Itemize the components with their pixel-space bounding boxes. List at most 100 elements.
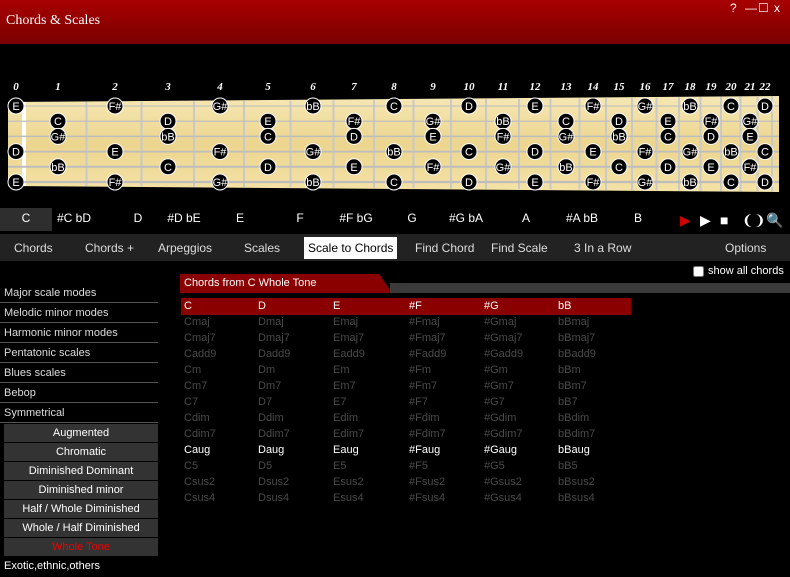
stop-button[interactable]: ■ [720,212,728,228]
fretboard-note-dot[interactable]: G# [494,158,512,176]
fretboard-note-dot[interactable]: bB [304,97,322,115]
scale-item[interactable]: Chromatic [4,443,158,462]
fretboard-note-dot[interactable]: E [106,143,124,161]
show-all-chords-checkbox[interactable] [693,265,704,277]
fretboard-note-dot[interactable]: E [526,97,544,115]
fretboard-note-dot[interactable]: E [259,112,277,130]
minimize-button[interactable]: — [745,1,757,15]
note-button[interactable]: E [214,208,266,231]
chord-cell[interactable]: Dm [258,364,275,376]
chord-column-root[interactable]: bB [558,300,571,312]
chord-cell[interactable]: bBadd9 [558,348,596,360]
fretboard[interactable]: 0 1 2 3 4 5 6 7 8 9 10 11 12 13 14 15 16 17 18 19 20 21 22E F# G… [0,72,790,197]
fretboard-note-dot[interactable]: G# [636,97,654,115]
note-button[interactable]: #D bE [158,208,210,231]
scale-category[interactable]: Symmetrical [0,404,158,423]
chord-cell[interactable]: #Fmaj7 [409,332,446,344]
scale-category[interactable]: Blues scales [0,364,158,383]
fretboard-note-dot[interactable]: G# [681,143,699,161]
tab-find-scale[interactable]: Find Scale [491,237,548,259]
maximize-button[interactable]: ☐ [758,1,769,15]
chord-cell[interactable]: Csus4 [184,492,215,504]
fretboard-note-dot[interactable]: G# [424,112,442,130]
fretboard-note-dot[interactable]: C [557,112,575,130]
fretboard-note-dot[interactable]: G# [211,173,229,191]
fretboard-note-dot[interactable]: bB [681,173,699,191]
fretboard-note-dot[interactable]: C [385,173,403,191]
chord-cell[interactable]: #Gaug [484,444,517,456]
chord-cell[interactable]: bBaug [558,444,590,456]
note-button[interactable]: G [386,208,438,231]
fretboard-note-dot[interactable]: E [659,112,677,130]
note-button[interactable]: #F bG [330,208,382,231]
fretboard-note-dot[interactable]: F# [106,173,124,191]
fretboard-note-dot[interactable]: C [460,143,478,161]
fretboard-note-dot[interactable]: D [756,173,774,191]
chord-cell[interactable]: Caug [184,444,210,456]
tab-arpeggios[interactable]: Arpeggios [158,237,212,259]
chord-cell[interactable]: Esus4 [333,492,364,504]
fretboard-note-dot[interactable]: D [7,143,25,161]
zoom-button[interactable]: 🔍 [766,212,783,229]
scale-item[interactable]: Augmented [4,424,158,443]
chord-cell[interactable]: Emaj [333,316,358,328]
record-button[interactable]: ▶ [680,212,691,229]
chord-cell[interactable]: bBmaj7 [558,332,595,344]
chord-column-root[interactable]: D [258,300,266,312]
chord-cell[interactable]: #Fmaj [409,316,440,328]
note-button[interactable]: #A bB [556,208,608,231]
chord-cell[interactable]: Em7 [333,380,356,392]
chord-cell[interactable]: Cm7 [184,380,207,392]
scale-item[interactable]: Whole / Half Diminished [4,519,158,538]
fretboard-note-dot[interactable]: F# [106,97,124,115]
chord-cell[interactable]: D7 [258,396,272,408]
fretboard-note-dot[interactable]: bB [49,158,67,176]
fretboard-note-dot[interactable]: F# [702,112,720,130]
chord-cell[interactable]: bB5 [558,460,578,472]
chord-cell[interactable]: #Gsus4 [484,492,522,504]
scale-item[interactable]: Diminished Dominant [4,462,158,481]
tab-scale-to-chords[interactable]: Scale to Chords [304,237,398,259]
fretboard-note-dot[interactable]: D [460,173,478,191]
fretboard-note-dot[interactable]: D [460,97,478,115]
chord-cell[interactable]: Cdim7 [184,428,216,440]
fretboard-note-dot[interactable]: D [159,112,177,130]
play-button[interactable]: ▶ [700,212,711,229]
chord-cell[interactable]: bBm7 [558,380,587,392]
chord-cell[interactable]: #G5 [484,460,505,472]
chord-cell[interactable]: E7 [333,396,346,408]
chord-cell[interactable]: Dadd9 [258,348,290,360]
scale-category[interactable]: Bebop [0,384,158,403]
chord-cell[interactable]: bBsus2 [558,476,595,488]
tab-scales[interactable]: Scales [244,237,280,259]
fretboard-note-dot[interactable]: G# [636,173,654,191]
chord-cell[interactable]: #Gm [484,364,508,376]
chord-cell[interactable]: #Gsus2 [484,476,522,488]
fretboard-note-dot[interactable]: G# [304,143,322,161]
fretboard-note-dot[interactable]: bB [681,97,699,115]
chord-cell[interactable]: Edim7 [333,428,364,440]
fretboard-note-dot[interactable]: C [659,127,677,145]
scale-item[interactable]: Half / Whole Diminished [4,500,158,519]
chord-cell[interactable]: #F5 [409,460,428,472]
chord-cell[interactable]: Dmaj7 [258,332,290,344]
fretboard-note-dot[interactable]: G# [211,97,229,115]
fretboard-note-dot[interactable]: G# [741,112,759,130]
chord-column-root[interactable]: #F [409,300,422,312]
fretboard-note-dot[interactable]: C [722,97,740,115]
fretboard-note-dot[interactable]: F# [424,158,442,176]
tab-find-chord[interactable]: Find Chord [415,237,474,259]
scale-category[interactable]: Exotic,ethnic,others [0,557,158,575]
chord-cell[interactable]: Dm7 [258,380,281,392]
note-button[interactable]: #C bD [48,208,100,231]
fretboard-note-dot[interactable]: C [159,158,177,176]
chord-cell[interactable]: Ddim7 [258,428,290,440]
tab-chords[interactable]: Chords + [85,237,134,259]
scale-category[interactable]: Pentatonic scales [0,344,158,363]
chord-cell[interactable]: #Faug [409,444,440,456]
chord-cell[interactable]: #Gmaj7 [484,332,523,344]
chord-column-root[interactable]: #G [484,300,499,312]
fretboard-note-dot[interactable]: F# [494,127,512,145]
chord-cell[interactable]: #Fsus2 [409,476,445,488]
note-button[interactable]: F [274,208,326,231]
